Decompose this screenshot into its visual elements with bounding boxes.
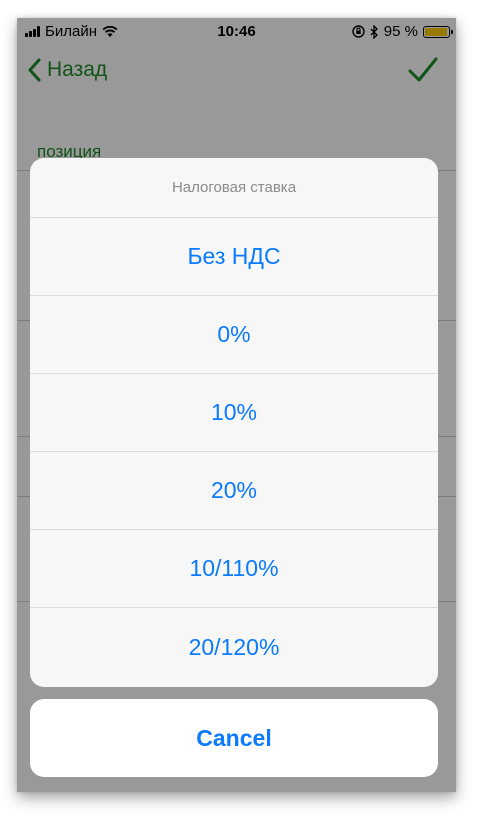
action-sheet-title: Налоговая ставка: [30, 158, 438, 218]
option-no-vat[interactable]: Без НДС: [30, 218, 438, 296]
option-10-percent[interactable]: 10%: [30, 374, 438, 452]
action-sheet: Налоговая ставка Без НДС 0% 10% 20% 10/1…: [30, 158, 438, 687]
option-0-percent[interactable]: 0%: [30, 296, 438, 374]
option-20-percent[interactable]: 20%: [30, 452, 438, 530]
option-10-110-percent[interactable]: 10/110%: [30, 530, 438, 608]
phone-frame: Билайн 10:46 95 % Назад позиция Налогова…: [17, 18, 456, 792]
cancel-button[interactable]: Cancel: [30, 699, 438, 777]
option-20-120-percent[interactable]: 20/120%: [30, 608, 438, 686]
